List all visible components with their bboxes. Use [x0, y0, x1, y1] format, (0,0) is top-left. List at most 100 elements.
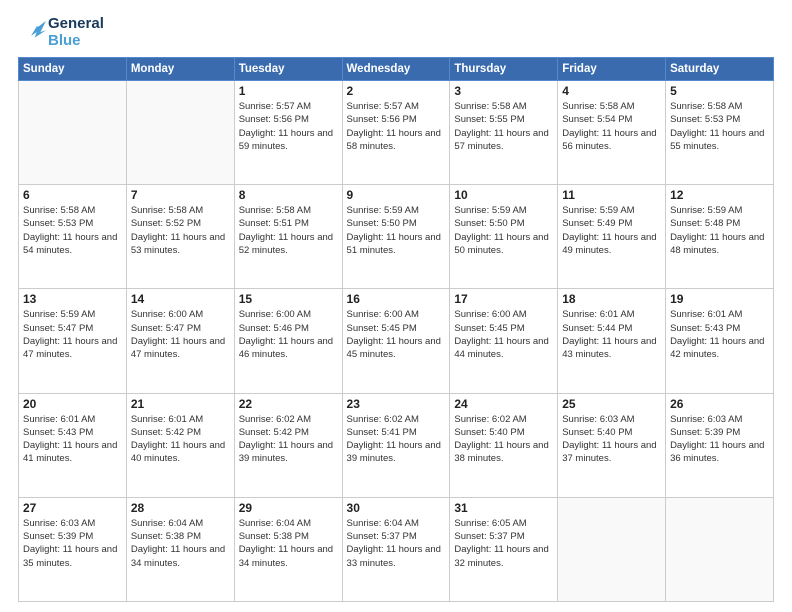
- day-number: 1: [239, 84, 338, 98]
- weekday-header: Monday: [126, 58, 234, 81]
- calendar-cell: 30Sunrise: 6:04 AM Sunset: 5:37 PM Dayli…: [342, 497, 450, 601]
- calendar-cell: 4Sunrise: 5:58 AM Sunset: 5:54 PM Daylig…: [558, 81, 666, 185]
- calendar-cell: 9 Sunrise: 5:59 AM Sunset: 5:50 PM Daylig…: [342, 185, 450, 289]
- day-number: 26: [670, 397, 769, 411]
- day-number: 17: [454, 292, 553, 306]
- day-number: 16: [347, 292, 446, 306]
- calendar-cell: 16 Sunrise: 6:00 AM Sunset: 5:45 PM Dayli…: [342, 289, 450, 393]
- day-number: 29: [239, 501, 338, 515]
- calendar-cell: 31 Sunrise: 6:05 AM Sunset: 5:37 PM Dayli…: [450, 497, 558, 601]
- day-number: 7: [131, 188, 230, 202]
- day-info: Sunrise: 6:00 AM Sunset: 5:47 PM Dayligh…: [131, 308, 230, 361]
- header: General Blue: [18, 16, 774, 49]
- calendar-cell: [558, 497, 666, 601]
- day-number: 21: [131, 397, 230, 411]
- day-number: 2: [347, 84, 446, 98]
- calendar-cell: 22Sunrise: 6:02 AM Sunset: 5:42 PM Dayli…: [234, 393, 342, 497]
- day-number: 14: [131, 292, 230, 306]
- day-number: 19: [670, 292, 769, 306]
- day-info: Sunrise: 6:00 AM Sunset: 5:46 PM Dayligh…: [239, 308, 338, 361]
- day-number: 3: [454, 84, 553, 98]
- day-number: 8: [239, 188, 338, 202]
- day-info: Sunrise: 5:59 AM Sunset: 5:50 PM Dayligh…: [454, 204, 553, 257]
- day-number: 22: [239, 397, 338, 411]
- calendar-cell: 3 Sunrise: 5:58 AM Sunset: 5:55 PM Daylig…: [450, 81, 558, 185]
- weekday-header: Saturday: [666, 58, 774, 81]
- day-number: 13: [23, 292, 122, 306]
- weekday-header: Friday: [558, 58, 666, 81]
- calendar-cell: 18 Sunrise: 6:01 AM Sunset: 5:44 PM Dayli…: [558, 289, 666, 393]
- calendar-table: SundayMondayTuesdayWednesdayThursdayFrid…: [18, 57, 774, 602]
- calendar-cell: 26 Sunrise: 6:03 AM Sunset: 5:39 PM Dayli…: [666, 393, 774, 497]
- day-number: 27: [23, 501, 122, 515]
- day-info: Sunrise: 5:57 AM Sunset: 5:56 PM Dayligh…: [239, 100, 338, 153]
- day-number: 4: [562, 84, 661, 98]
- calendar-cell: 17 Sunrise: 6:00 AM Sunset: 5:45 PM Dayli…: [450, 289, 558, 393]
- calendar-cell: 6 Sunrise: 5:58 AM Sunset: 5:53 PM Daylig…: [19, 185, 127, 289]
- calendar-cell: 27 Sunrise: 6:03 AM Sunset: 5:39 PM Dayli…: [19, 497, 127, 601]
- calendar-cell: 13 Sunrise: 5:59 AM Sunset: 5:47 PM Dayli…: [19, 289, 127, 393]
- calendar-cell: 8 Sunrise: 5:58 AM Sunset: 5:51 PM Daylig…: [234, 185, 342, 289]
- calendar-cell: 14 Sunrise: 6:00 AM Sunset: 5:47 PM Dayli…: [126, 289, 234, 393]
- day-number: 10: [454, 188, 553, 202]
- day-number: 28: [131, 501, 230, 515]
- calendar-cell: 23 Sunrise: 6:02 AM Sunset: 5:41 PM Dayli…: [342, 393, 450, 497]
- day-info: Sunrise: 5:59 AM Sunset: 5:49 PM Dayligh…: [562, 204, 661, 257]
- day-number: 18: [562, 292, 661, 306]
- calendar-cell: [126, 81, 234, 185]
- calendar-cell: 21 Sunrise: 6:01 AM Sunset: 5:42 PM Dayli…: [126, 393, 234, 497]
- calendar-cell: 20Sunrise: 6:01 AM Sunset: 5:43 PM Dayli…: [19, 393, 127, 497]
- day-number: 25: [562, 397, 661, 411]
- weekday-header: Wednesday: [342, 58, 450, 81]
- day-info: Sunrise: 6:03 AM Sunset: 5:39 PM Dayligh…: [670, 413, 769, 466]
- day-info: Sunrise: 6:00 AM Sunset: 5:45 PM Dayligh…: [347, 308, 446, 361]
- day-number: 9: [347, 188, 446, 202]
- day-info: Sunrise: 5:59 AM Sunset: 5:48 PM Dayligh…: [670, 204, 769, 257]
- weekday-header: Thursday: [450, 58, 558, 81]
- calendar-cell: 1 Sunrise: 5:57 AM Sunset: 5:56 PM Daylig…: [234, 81, 342, 185]
- logo: General Blue: [18, 16, 104, 49]
- day-info: Sunrise: 6:01 AM Sunset: 5:44 PM Dayligh…: [562, 308, 661, 361]
- calendar-cell: 19 Sunrise: 6:01 AM Sunset: 5:43 PM Dayli…: [666, 289, 774, 393]
- calendar-cell: 2 Sunrise: 5:57 AM Sunset: 5:56 PM Daylig…: [342, 81, 450, 185]
- calendar-cell: 25 Sunrise: 6:03 AM Sunset: 5:40 PM Dayli…: [558, 393, 666, 497]
- day-number: 31: [454, 501, 553, 515]
- day-info: Sunrise: 6:04 AM Sunset: 5:38 PM Dayligh…: [239, 517, 338, 570]
- calendar-cell: 5 Sunrise: 5:58 AM Sunset: 5:53 PM Daylig…: [666, 81, 774, 185]
- day-number: 6: [23, 188, 122, 202]
- day-info: Sunrise: 6:03 AM Sunset: 5:40 PM Dayligh…: [562, 413, 661, 466]
- calendar-cell: 28 Sunrise: 6:04 AM Sunset: 5:38 PM Dayli…: [126, 497, 234, 601]
- calendar-cell: 29 Sunrise: 6:04 AM Sunset: 5:38 PM Dayli…: [234, 497, 342, 601]
- calendar-cell: 12 Sunrise: 5:59 AM Sunset: 5:48 PM Dayli…: [666, 185, 774, 289]
- day-info: Sunrise: 6:05 AM Sunset: 5:37 PM Dayligh…: [454, 517, 553, 570]
- day-info: Sunrise: 6:04 AM Sunset: 5:38 PM Dayligh…: [131, 517, 230, 570]
- day-info: Sunrise: 5:58 AM Sunset: 5:52 PM Dayligh…: [131, 204, 230, 257]
- day-info: Sunrise: 5:58 AM Sunset: 5:53 PM Dayligh…: [23, 204, 122, 257]
- calendar-cell: 15Sunrise: 6:00 AM Sunset: 5:46 PM Dayli…: [234, 289, 342, 393]
- day-info: Sunrise: 5:59 AM Sunset: 5:50 PM Dayligh…: [347, 204, 446, 257]
- day-number: 30: [347, 501, 446, 515]
- day-info: Sunrise: 5:59 AM Sunset: 5:47 PM Dayligh…: [23, 308, 122, 361]
- calendar-cell: 11 Sunrise: 5:59 AM Sunset: 5:49 PM Dayli…: [558, 185, 666, 289]
- logo-text: General Blue: [48, 16, 104, 49]
- day-number: 5: [670, 84, 769, 98]
- calendar-cell: [666, 497, 774, 601]
- day-info: Sunrise: 6:01 AM Sunset: 5:42 PM Dayligh…: [131, 413, 230, 466]
- day-number: 20: [23, 397, 122, 411]
- logo-icon: [18, 19, 46, 47]
- day-info: Sunrise: 5:58 AM Sunset: 5:51 PM Dayligh…: [239, 204, 338, 257]
- day-info: Sunrise: 5:58 AM Sunset: 5:53 PM Dayligh…: [670, 100, 769, 153]
- day-info: Sunrise: 6:00 AM Sunset: 5:45 PM Dayligh…: [454, 308, 553, 361]
- day-number: 12: [670, 188, 769, 202]
- day-info: Sunrise: 6:02 AM Sunset: 5:40 PM Dayligh…: [454, 413, 553, 466]
- day-info: Sunrise: 5:58 AM Sunset: 5:55 PM Dayligh…: [454, 100, 553, 153]
- day-info: Sunrise: 6:01 AM Sunset: 5:43 PM Dayligh…: [670, 308, 769, 361]
- day-number: 11: [562, 188, 661, 202]
- day-info: Sunrise: 6:02 AM Sunset: 5:41 PM Dayligh…: [347, 413, 446, 466]
- day-info: Sunrise: 5:57 AM Sunset: 5:56 PM Dayligh…: [347, 100, 446, 153]
- day-number: 24: [454, 397, 553, 411]
- day-info: Sunrise: 6:03 AM Sunset: 5:39 PM Dayligh…: [23, 517, 122, 570]
- calendar-cell: [19, 81, 127, 185]
- day-number: 23: [347, 397, 446, 411]
- calendar-cell: 24 Sunrise: 6:02 AM Sunset: 5:40 PM Dayli…: [450, 393, 558, 497]
